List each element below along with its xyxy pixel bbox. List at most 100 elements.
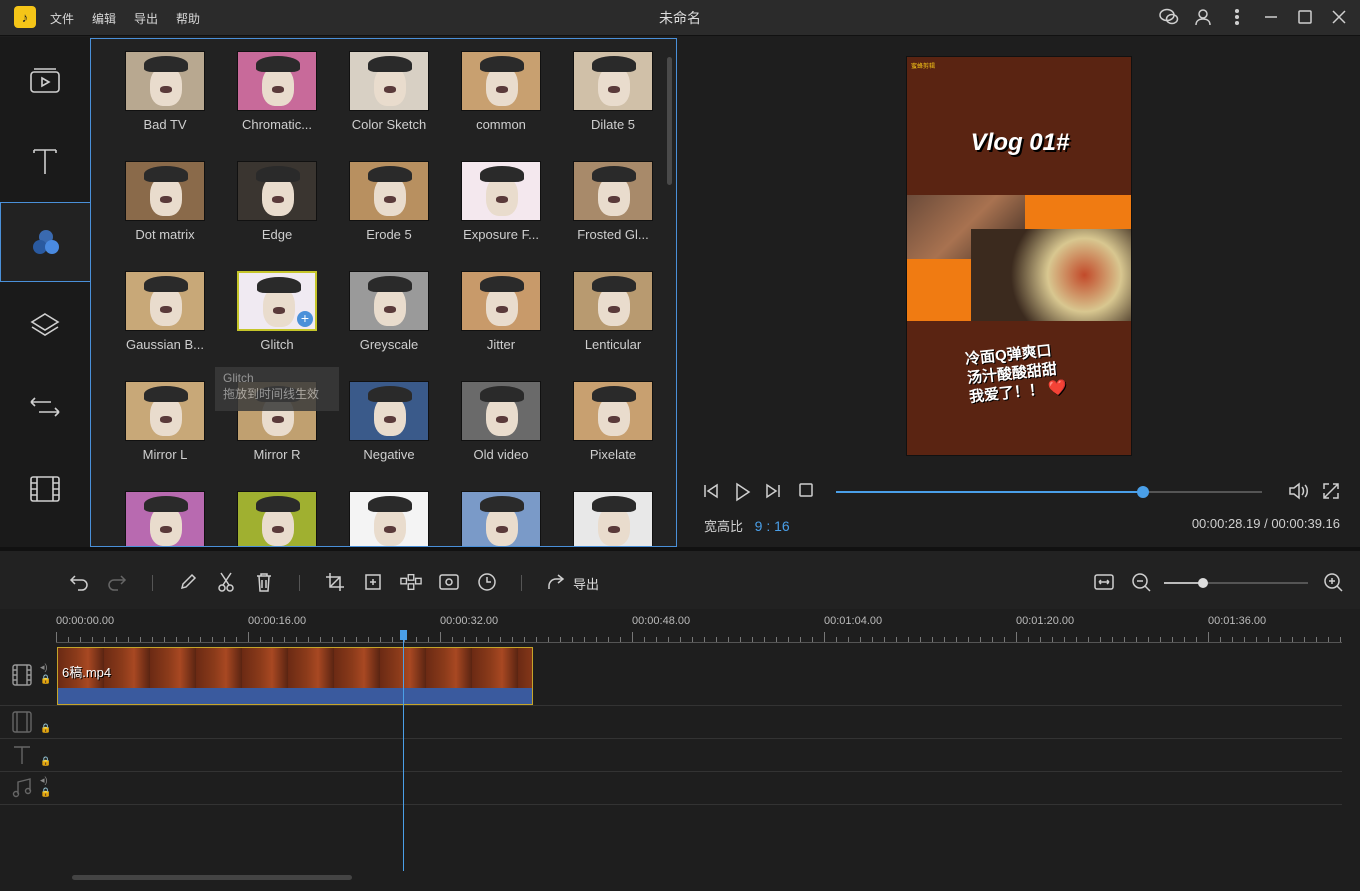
ruler-tick [1340,637,1341,642]
sidebar-text[interactable] [0,121,90,201]
mosaic-icon[interactable] [400,571,422,593]
effect-item[interactable]: Lenticular [571,271,655,352]
effects-scrollbar[interactable] [667,57,672,185]
video-caption: 冷面Q弹爽口 汤汁酸酸甜甜 我爱了！！ ❤️ [964,340,1067,407]
volume-icon[interactable] [1288,482,1310,505]
effect-item[interactable]: Pixelate [571,381,655,462]
minimize-icon[interactable] [1260,6,1282,28]
effect-item[interactable]: Mirror L [123,381,207,462]
duration-icon[interactable] [476,571,498,593]
effect-thumbnail [237,51,317,111]
transitions-icon [30,397,60,417]
ruler-tick [428,637,429,642]
ruler-tick [632,632,633,642]
zoom-handle[interactable] [1197,578,1208,588]
effect-label: Greyscale [359,337,419,352]
export-icon[interactable] [544,571,566,593]
effect-item[interactable]: Exposure F... [459,161,543,242]
video-clip[interactable]: 6稿.mp4 [57,647,533,705]
effect-item[interactable] [571,491,655,546]
zoom-out-icon[interactable] [1130,571,1152,593]
ruler-tick [584,637,585,642]
ruler-tick [236,637,237,642]
effect-item[interactable] [459,491,543,546]
effect-thumbnail [349,51,429,111]
user-icon[interactable] [1192,6,1214,28]
add-effect-icon[interactable]: + [297,311,313,327]
track-lock[interactable]: 🔒 [40,755,51,767]
sidebar-filters[interactable] [0,202,90,282]
ruler-label: 00:00:48.00 [632,615,691,627]
ruler-tick [1112,637,1113,642]
effect-item[interactable]: Bad TV [123,51,207,132]
effect-item[interactable]: Chromatic... [235,51,319,132]
time-ruler[interactable]: 00:00:00.00 00:00:16.00 00:00:32.00 00:00:4… [56,609,1342,643]
ruler-tick [872,637,873,642]
effect-item[interactable]: + Glitch [235,271,319,352]
edit-pencil-icon[interactable] [177,571,199,593]
effect-item[interactable]: Jitter [459,271,543,352]
fullscreen-icon[interactable] [1322,482,1340,505]
separator [521,575,522,591]
freeze-frame-icon[interactable] [438,571,460,593]
track-lock[interactable]: 🔒 [40,722,51,734]
zoom-slider[interactable] [1164,578,1308,588]
separator [299,575,300,591]
sidebar-elements[interactable] [0,449,90,529]
prev-frame-icon[interactable] [702,482,720,505]
close-icon[interactable] [1328,6,1350,28]
ruler-tick [1208,632,1209,642]
undo-icon[interactable] [68,571,90,593]
wechat-icon[interactable] [1158,6,1180,28]
ruler-tick [1076,637,1077,642]
ruler-tick [284,637,285,642]
aspect-ratio-value[interactable]: 9 : 16 [755,518,790,534]
effect-item[interactable]: Old video [459,381,543,462]
resize-icon[interactable] [362,571,384,593]
clip-name: 6稿.mp4 [62,665,112,680]
ruler-tick [788,637,789,642]
effect-thumbnail [125,271,205,331]
next-frame-icon[interactable] [764,482,782,505]
timeline-scrollbar[interactable] [72,875,352,880]
ruler-tick [1328,637,1329,642]
video-track-2: 🔒 [0,706,1342,739]
sidebar-transitions[interactable] [0,367,90,447]
delete-icon[interactable] [253,571,275,593]
effect-item[interactable]: Color Sketch [347,51,431,132]
zoom-in-icon[interactable] [1322,571,1344,593]
fit-timeline-icon[interactable] [1093,571,1115,593]
play-icon[interactable] [732,482,752,507]
sidebar-overlays[interactable] [0,285,90,365]
ruler-tick [344,637,345,642]
effect-item[interactable] [235,491,319,546]
effect-item[interactable]: Dilate 5 [571,51,655,132]
effect-item[interactable]: Erode 5 [347,161,431,242]
ruler-tick [488,637,489,642]
seek-handle[interactable] [1136,486,1149,498]
seek-slider[interactable] [836,486,1262,498]
ruler-tick [992,637,993,642]
effect-item[interactable]: Negative [347,381,431,462]
crop-icon[interactable] [324,571,346,593]
track-audio-lock[interactable]: ◂) 🔒 [40,661,51,685]
effect-item[interactable]: Edge [235,161,319,242]
export-button[interactable]: 导出 [573,574,599,593]
effect-item[interactable]: common [459,51,543,132]
effect-thumbnail [125,491,205,546]
stop-icon[interactable] [798,482,814,503]
track-audio-lock[interactable]: ◂) 🔒 [40,774,51,798]
sidebar-media[interactable] [0,41,90,121]
effect-item[interactable]: Greyscale [347,271,431,352]
effect-item[interactable] [347,491,431,546]
effect-item[interactable] [123,491,207,546]
ruler-tick [176,637,177,642]
scissors-icon[interactable] [215,571,237,593]
effect-item[interactable]: Frosted Gl... [571,161,655,242]
redo-icon[interactable] [106,571,128,593]
effect-item[interactable]: Dot matrix [123,161,207,242]
maximize-icon[interactable] [1294,6,1316,28]
effect-item[interactable]: Gaussian B... [123,271,207,352]
more-icon[interactable] [1226,6,1248,28]
ruler-label: 00:01:04.00 [824,615,883,627]
